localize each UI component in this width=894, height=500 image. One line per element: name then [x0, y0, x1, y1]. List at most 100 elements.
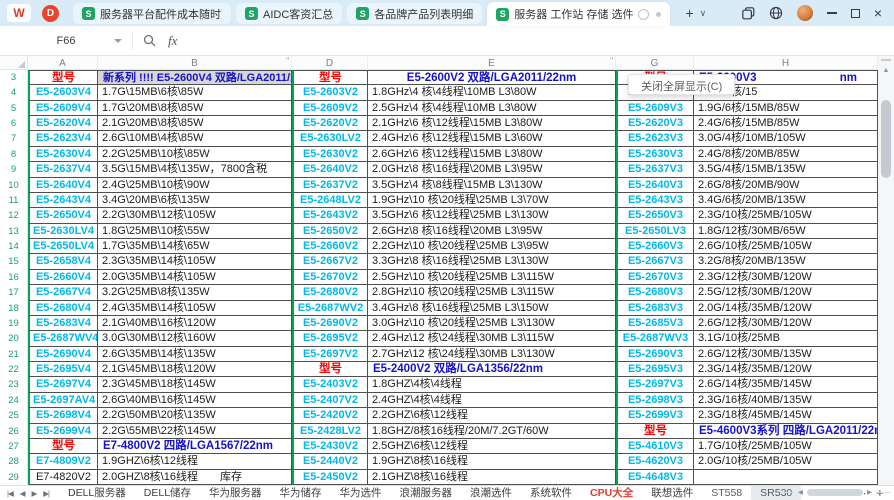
cell[interactable]: E5-2650V4 — [28, 208, 98, 223]
cell[interactable]: E5-2697AV4 — [28, 393, 98, 408]
cell[interactable]: E5-2697V2 — [292, 347, 368, 362]
row-number[interactable]: 13 — [0, 224, 28, 239]
cell[interactable]: E5-2428LV2 — [292, 424, 368, 439]
cell[interactable]: 3.4G\20MB\6核\135W — [98, 193, 292, 208]
sheet-tab-active[interactable]: CPU大全 — [581, 486, 642, 500]
cell[interactable]: 2.0G/14核/35MB/120W — [694, 301, 878, 316]
cell[interactable]: E5-2695V3 — [616, 362, 694, 377]
cell[interactable]: E5-2680V3 — [616, 285, 694, 300]
cell[interactable]: E5-2620V4 — [28, 116, 98, 131]
doc-tab-active[interactable]: S服务器 工作站 存储 选件 — [487, 2, 670, 26]
fx-icon[interactable]: fx — [168, 33, 177, 49]
cell[interactable]: 2.3G\35MB\14核\105W — [98, 254, 292, 269]
sheet-tab[interactable]: 联想选件 — [642, 486, 702, 500]
row-number[interactable]: 28 — [0, 454, 28, 469]
cell[interactable]: 2.2G\50MB\20核\135W — [98, 408, 292, 423]
sheet-tab[interactable]: 华为选件 — [331, 486, 391, 500]
cell[interactable]: 2.4G\25MB\10核\90W — [98, 178, 292, 193]
cell[interactable]: 2.6G/8核/20MB/90W — [694, 178, 878, 193]
cell[interactable]: 3.4G/6核/20MB/135W — [694, 193, 878, 208]
user-avatar[interactable] — [797, 5, 813, 21]
cell[interactable]: E5-2609V4 — [28, 101, 98, 116]
cell[interactable]: E5-2600V2 双路/LGA2011/22nm — [368, 70, 616, 85]
cell[interactable]: 2.0GHZ\8核\16线程 库存 — [98, 470, 292, 485]
cell[interactable]: E5-2660V4 — [28, 270, 98, 285]
cell[interactable]: 2.4GHZ\4核\4线程 — [368, 393, 616, 408]
cell[interactable]: E5-2698V3 — [616, 393, 694, 408]
cell[interactable]: 2.1GHZ\8核\16线程 — [368, 470, 616, 485]
cell[interactable]: 2.6G/12核/30MB/120W — [694, 316, 878, 331]
cell[interactable]: E5-2643V2 — [292, 208, 368, 223]
cell[interactable]: 1.8GHZ/8核16线程/20M/7.2GT/60W — [368, 424, 616, 439]
new-tab-button[interactable]: + — [685, 0, 693, 26]
cell[interactable]: E5-2648LV2 — [292, 193, 368, 208]
last-sheet-button[interactable]: ▶| — [43, 489, 49, 498]
cell[interactable]: E5-2683V4 — [28, 316, 98, 331]
cell[interactable]: E5-2430V2 — [292, 439, 368, 454]
column-header-H[interactable]: H — [694, 56, 878, 70]
row-number[interactable]: 19 — [0, 316, 28, 331]
cell[interactable]: E5-2407V2 — [292, 393, 368, 408]
row-number[interactable]: 18 — [0, 301, 28, 316]
cell[interactable]: E5-2603V4 — [28, 85, 98, 100]
cell[interactable]: E5-2623V4 — [28, 131, 98, 146]
cell[interactable]: E5-2687WV2 — [292, 301, 368, 316]
cell[interactable]: E5-2630V4 — [28, 147, 98, 162]
cell[interactable]: 2.3G/12核/30MB/120W — [694, 270, 878, 285]
cell[interactable]: E5-2695V4 — [28, 362, 98, 377]
cell[interactable]: 2.6G\10MB\4核\85W — [98, 131, 292, 146]
row-number[interactable]: 16 — [0, 270, 28, 285]
sheet-tab[interactable]: DELL储存 — [135, 486, 200, 500]
cell[interactable]: 1.7G\20MB\8核\85W — [98, 101, 292, 116]
cell[interactable]: 1.7G\35MB\14核\65W — [98, 239, 292, 254]
cell[interactable]: 1.8GHz\4 核\4线程\10MB L3\80W — [368, 85, 616, 100]
cell[interactable]: 3.0G/4核/10MB/105W — [694, 131, 878, 146]
cell[interactable]: 2.7GHz\12 核\24线程\30MB L3\130W — [368, 347, 616, 362]
cell[interactable]: E5-2687WV3 — [616, 331, 694, 346]
cell[interactable]: 1.9GHZ\8核\16线程 — [368, 454, 616, 469]
cell[interactable]: 2.2G\25MB\10核\85W — [98, 147, 292, 162]
vertical-scroll-thumb[interactable] — [881, 100, 891, 178]
cell[interactable]: 1.9G/6核/15MB/85W — [694, 101, 878, 116]
cell[interactable]: 2.3G/16核/40MB/135W — [694, 393, 878, 408]
cell[interactable]: 3.5G\15MB\4核\135W，7800含税 — [98, 162, 292, 177]
cell[interactable]: E5-2667V3 — [616, 254, 694, 269]
cell[interactable]: 2.8GHz\10 核\20线程\25MB L3\115W — [368, 285, 616, 300]
cell[interactable]: E5-2643V4 — [28, 193, 98, 208]
cell[interactable]: E5-2685V3 — [616, 316, 694, 331]
column-header-G[interactable]: G — [616, 56, 694, 70]
cell[interactable]: E5-2683V3 — [616, 301, 694, 316]
cell[interactable]: 2.6GHz\8 核\16线程\20MB L3\95W — [368, 224, 616, 239]
row-number[interactable]: 29 — [0, 470, 28, 485]
vertical-scrollbar[interactable]: ▲ — [878, 56, 894, 485]
cell[interactable]: 2.3G/14核/35MB/120W — [694, 362, 878, 377]
cell[interactable]: 2.1G\45MB\18核\120W — [98, 362, 292, 377]
select-all-corner[interactable] — [0, 56, 28, 70]
cell[interactable]: E5-4610V3 — [616, 439, 694, 454]
row-number[interactable]: 27 — [0, 439, 28, 454]
cell[interactable]: E5-2650V2 — [292, 224, 368, 239]
cell[interactable]: 2.5GHZ\6核\12线程 — [368, 439, 616, 454]
cell[interactable] — [694, 470, 878, 485]
row-number[interactable]: 5 — [0, 101, 28, 116]
cell[interactable]: E5-4620V3 — [616, 454, 694, 469]
cell[interactable]: 2.2G\30MB\12核\105W — [98, 208, 292, 223]
cell[interactable]: 型号 — [292, 362, 368, 377]
column-header-B[interactable]: B — [98, 56, 292, 70]
cell[interactable]: 2.2GHZ\6核\12线程 — [368, 408, 616, 423]
cell[interactable]: 2.1G\20MB\8核\85W — [98, 116, 292, 131]
cell[interactable]: E5-2630LV2 — [292, 131, 368, 146]
row-number[interactable]: 14 — [0, 239, 28, 254]
cell[interactable]: 2.6G\40MB\16核\145W — [98, 393, 292, 408]
scroll-up-icon[interactable]: ▲ — [878, 63, 894, 77]
row-number[interactable]: 12 — [0, 208, 28, 223]
cell[interactable]: 1.9GHZ\6核\12线程 — [98, 454, 292, 469]
cell[interactable]: 1.9GHz\10 核\20线程\25MB L3\70W — [368, 193, 616, 208]
close-button[interactable]: × — [874, 5, 882, 21]
cell[interactable]: E5-2699V3 — [616, 408, 694, 423]
cell[interactable]: 2.5G/12核/30MB/120W — [694, 285, 878, 300]
row-number[interactable]: 22 — [0, 362, 28, 377]
cell[interactable]: E5-2658V4 — [28, 254, 98, 269]
row-number[interactable]: 17 — [0, 285, 28, 300]
cell[interactable]: 型号 — [28, 70, 98, 85]
